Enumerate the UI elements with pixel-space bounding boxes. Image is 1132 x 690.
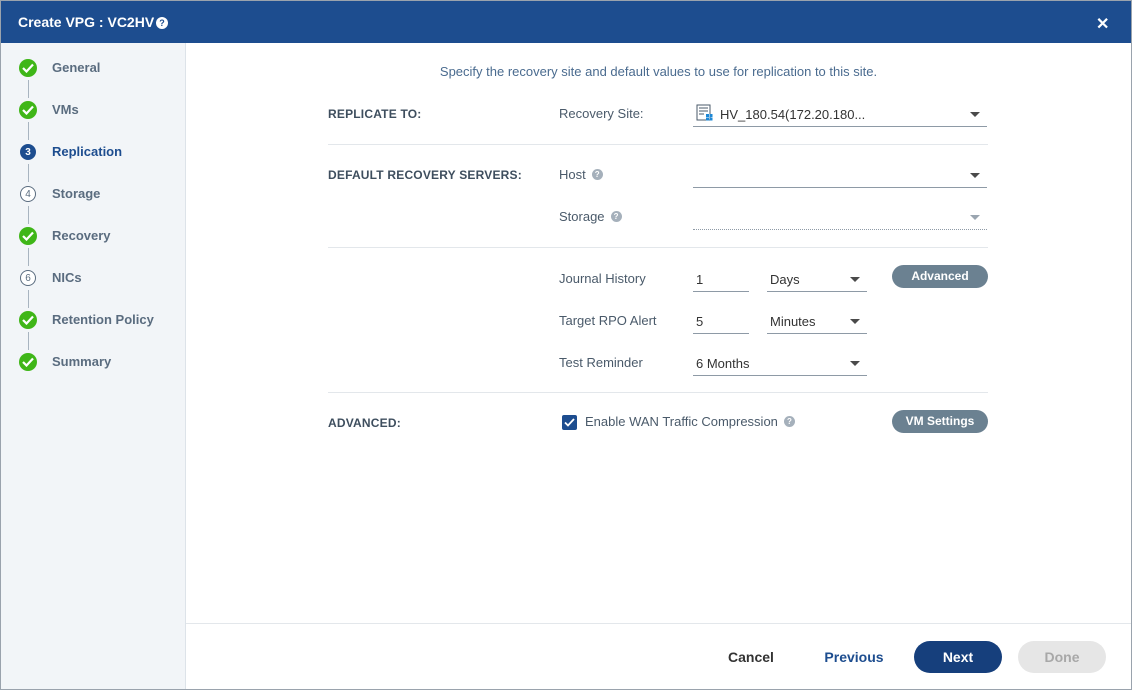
divider (328, 247, 988, 248)
help-icon[interactable]: ? (591, 169, 603, 181)
step-recovery[interactable]: Recovery (1, 225, 185, 247)
step-connector (28, 290, 29, 308)
wan-compression-label-text: Enable WAN Traffic Compression (585, 414, 778, 429)
recovery-site-select[interactable]: HV_180.54(172.20.180... (693, 102, 987, 127)
step-storage[interactable]: 4 Storage (1, 183, 185, 205)
journal-history-unit-select[interactable]: Days (767, 267, 867, 292)
target-rpo-input[interactable]: 5 (693, 309, 749, 334)
chevron-down-icon (970, 215, 980, 220)
previous-button[interactable]: Previous (813, 641, 895, 673)
dialog-titlebar: Create VPG : VC2HV ? ✕ (1, 1, 1131, 43)
step-summary[interactable]: Summary (1, 351, 185, 373)
vm-settings-button[interactable]: VM Settings (892, 410, 988, 433)
step-vms[interactable]: VMs (1, 99, 185, 121)
chevron-down-icon (850, 361, 860, 366)
default-recovery-servers-label: DEFAULT RECOVERY SERVERS: (328, 168, 522, 182)
divider (328, 144, 988, 145)
test-reminder-select[interactable]: 6 Months (693, 351, 867, 376)
journal-history-value: 1 (696, 272, 704, 287)
step-connector (28, 80, 29, 98)
advanced-button[interactable]: Advanced (892, 265, 988, 288)
done-button: Done (1018, 641, 1106, 673)
recovery-site-value: HV_180.54(172.20.180... (720, 107, 866, 122)
wan-compression-label: Enable WAN Traffic Compression? (585, 414, 795, 429)
divider (328, 392, 988, 393)
step-general[interactable]: General (1, 57, 185, 79)
chevron-down-icon (850, 277, 860, 282)
replicate-to-label: REPLICATE TO: (328, 107, 422, 121)
step-number-badge: 4 (20, 186, 36, 202)
test-reminder-value: 6 Months (696, 356, 750, 371)
journal-history-input[interactable]: 1 (693, 267, 749, 292)
chevron-down-icon (850, 319, 860, 324)
journal-history-label: Journal History (559, 271, 646, 286)
wan-compression-checkbox[interactable] (562, 415, 577, 430)
target-rpo-unit-select[interactable]: Minutes (767, 309, 867, 334)
step-connector (28, 332, 29, 350)
step-label: VMs (52, 102, 79, 117)
storage-select (693, 205, 987, 230)
step-connector (28, 206, 29, 224)
create-vpg-dialog: Create VPG : VC2HV ? ✕ General VMs 3 Rep… (0, 0, 1132, 690)
step-label: Recovery (52, 228, 111, 243)
close-icon[interactable]: ✕ (1096, 14, 1109, 34)
help-icon[interactable]: ? (610, 211, 622, 223)
target-rpo-unit: Minutes (770, 314, 816, 329)
check-icon (19, 311, 37, 329)
help-icon[interactable]: ? (783, 416, 795, 428)
check-icon (19, 101, 37, 119)
check-icon (19, 353, 37, 371)
check-icon (19, 59, 37, 77)
step-label: Replication (52, 144, 123, 159)
dialog-title: Create VPG : VC2HV (18, 14, 155, 30)
step-replication[interactable]: 3 Replication (1, 141, 185, 163)
wizard-footer: Cancel Previous Next Done (186, 623, 1131, 689)
target-rpo-value: 5 (696, 314, 704, 329)
step-retention-policy[interactable]: Retention Policy (1, 309, 185, 331)
cancel-button[interactable]: Cancel (713, 641, 789, 673)
replication-panel: Specify the recovery site and default va… (186, 43, 1131, 623)
step-label: Summary (52, 354, 112, 369)
chevron-down-icon (970, 112, 980, 117)
journal-history-unit: Days (770, 272, 800, 287)
step-label: General (52, 60, 101, 75)
check-icon (19, 227, 37, 245)
step-label: Retention Policy (52, 312, 154, 327)
step-connector (28, 122, 29, 140)
step-label: NICs (52, 270, 82, 285)
wizard-steps: General VMs 3 Replication 4 Storage Reco… (1, 43, 186, 689)
next-button[interactable]: Next (914, 641, 1002, 673)
step-label: Storage (52, 186, 101, 201)
storage-label: Storage? (559, 209, 622, 224)
step-nics[interactable]: 6 NICs (1, 267, 185, 289)
hyperv-site-icon (696, 104, 714, 127)
step-number-badge: 3 (20, 144, 36, 160)
intro-text: Specify the recovery site and default va… (439, 64, 878, 79)
recovery-site-label: Recovery Site: (559, 106, 644, 121)
step-number-badge: 6 (20, 270, 36, 286)
host-select[interactable] (693, 163, 987, 188)
step-connector (28, 164, 29, 182)
help-icon[interactable]: ? (156, 17, 168, 29)
target-rpo-alert-label: Target RPO Alert (559, 313, 657, 328)
host-label: Host? (559, 167, 603, 182)
storage-label-text: Storage (559, 209, 605, 224)
host-label-text: Host (559, 167, 586, 182)
chevron-down-icon (970, 173, 980, 178)
step-connector (28, 248, 29, 266)
test-reminder-label: Test Reminder (559, 355, 643, 370)
advanced-section-label: ADVANCED: (328, 416, 401, 430)
